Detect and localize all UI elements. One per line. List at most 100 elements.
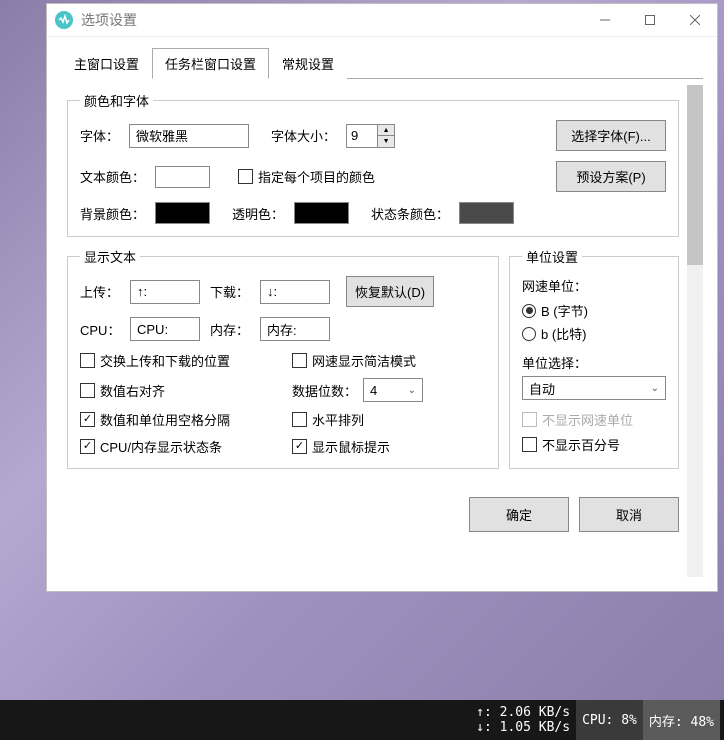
cancel-button[interactable]: 取消 (579, 497, 679, 532)
chevron-down-icon: ⌄ (408, 385, 416, 396)
restore-default-button[interactable]: 恢复默认(D) (346, 276, 434, 307)
per-item-color-label: 指定每个项目的颜色 (258, 167, 375, 186)
window-controls (582, 4, 717, 37)
hide-netspeed-unit-checkbox: 不显示网速单位 (522, 410, 666, 429)
app-icon (55, 11, 73, 29)
per-item-color-checkbox[interactable]: 指定每个项目的颜色 (238, 167, 375, 186)
minimize-button[interactable] (582, 4, 627, 37)
tab-strip: 主窗口设置 任务栏窗口设置 常规设置 (61, 47, 703, 79)
upload-label: 上传： (80, 282, 120, 301)
hide-netspeed-unit-label: 不显示网速单位 (542, 410, 633, 429)
preset-scheme-button[interactable]: 预设方案(P) (556, 161, 666, 192)
download-label: 下载： (210, 282, 250, 301)
num-unit-space-label: 数值和单位用空格分隔 (100, 410, 230, 429)
checkbox-icon (522, 412, 537, 427)
vertical-scrollbar[interactable] (687, 85, 703, 577)
horizontal-layout-checkbox[interactable]: 水平排列 (292, 410, 486, 429)
show-tooltip-checkbox[interactable]: 显示鼠标提示 (292, 437, 486, 456)
font-label: 字体： (80, 126, 119, 145)
trans-color-swatch[interactable] (294, 202, 349, 224)
hide-percent-checkbox[interactable]: 不显示百分号 (522, 435, 666, 454)
bit-radio[interactable]: b (比特) (522, 324, 666, 343)
colors-fonts-group: 颜色和字体 字体： 字体大小： ▲ ▼ 选择字体(F)... (67, 91, 679, 237)
radio-icon (522, 304, 536, 318)
choose-font-button[interactable]: 选择字体(F)... (556, 120, 666, 151)
cpu-mem-statusbar-checkbox[interactable]: CPU/内存显示状态条 (80, 437, 274, 456)
upload-prefix-input[interactable] (130, 280, 200, 304)
download-prefix-input[interactable] (260, 280, 330, 304)
netspeed-unit-label: 网速单位： (522, 276, 666, 295)
byte-label: B (字节) (541, 301, 588, 320)
unit-settings-legend: 单位设置 (522, 247, 582, 266)
bg-color-label: 背景颜色： (80, 204, 145, 223)
font-size-label: 字体大小： (271, 126, 336, 145)
tab-main-window[interactable]: 主窗口设置 (61, 48, 152, 79)
upload-speed: ↑: 2.06 KB/s (476, 705, 570, 720)
net-concise-label: 网速显示简洁模式 (312, 351, 416, 370)
unit-select-label: 单位选择： (522, 353, 666, 372)
checkbox-icon (80, 439, 95, 454)
memory-value: 内存: 48% (649, 711, 714, 730)
font-size-up[interactable]: ▲ (378, 125, 394, 136)
cpu-label: CPU： (80, 320, 120, 339)
net-speed-display: ↑: 2.06 KB/s ↓: 1.05 KB/s (470, 700, 576, 740)
tab-taskbar-window[interactable]: 任务栏窗口设置 (152, 48, 269, 79)
memory-prefix-input[interactable] (260, 317, 330, 341)
checkbox-icon (80, 353, 95, 368)
taskbar: ↑: 2.06 KB/s ↓: 1.05 KB/s CPU: 8% 内存: 48… (0, 700, 724, 740)
byte-radio[interactable]: B (字节) (522, 301, 666, 320)
titlebar: 选项设置 (47, 4, 717, 37)
dialog-buttons: 确定 取消 (67, 497, 679, 532)
memory-label: 内存： (210, 320, 250, 339)
net-concise-checkbox[interactable]: 网速显示简洁模式 (292, 351, 486, 370)
swap-up-down-label: 交换上传和下载的位置 (100, 351, 230, 370)
font-name-input[interactable] (129, 124, 249, 148)
font-size-down[interactable]: ▼ (378, 136, 394, 147)
data-digits-combo[interactable]: 4 ⌄ (363, 378, 423, 402)
colors-fonts-legend: 颜色和字体 (80, 91, 153, 110)
font-size-input[interactable] (347, 128, 377, 143)
trans-color-label: 透明色： (232, 204, 284, 223)
close-button[interactable] (672, 4, 717, 37)
chevron-down-icon: ⌄ (651, 383, 659, 394)
hide-percent-label: 不显示百分号 (542, 435, 620, 454)
download-speed: ↓: 1.05 KB/s (476, 720, 570, 735)
num-unit-space-checkbox[interactable]: 数值和单位用空格分隔 (80, 410, 274, 429)
cpu-display: CPU: 8% (576, 700, 643, 740)
unit-settings-group: 单位设置 网速单位： B (字节) b (比特) 单位选择： 自动 ⌄ (509, 247, 679, 469)
content-area: 颜色和字体 字体： 字体大小： ▲ ▼ 选择字体(F)... (61, 79, 703, 577)
checkbox-icon (80, 383, 95, 398)
display-text-group: 显示文本 上传： 下载： 恢复默认(D) CPU： 内存： (67, 247, 499, 469)
font-size-spinner[interactable]: ▲ ▼ (346, 124, 395, 148)
scrollbar-thumb[interactable] (687, 85, 703, 265)
swap-up-down-checkbox[interactable]: 交换上传和下载的位置 (80, 351, 274, 370)
cpu-value: CPU: 8% (582, 713, 637, 728)
value-right-align-label: 数值右对齐 (100, 381, 165, 400)
traffic-monitor[interactable]: ↑: 2.06 KB/s ↓: 1.05 KB/s CPU: 8% 内存: 48… (470, 700, 720, 740)
checkbox-icon (292, 439, 307, 454)
maximize-button[interactable] (627, 4, 672, 37)
ok-button[interactable]: 确定 (469, 497, 569, 532)
radio-icon (522, 327, 536, 341)
checkbox-icon (238, 169, 253, 184)
text-color-swatch[interactable] (155, 166, 210, 188)
horizontal-layout-label: 水平排列 (312, 410, 364, 429)
checkbox-icon (80, 412, 95, 427)
value-right-align-checkbox[interactable]: 数值右对齐 (80, 378, 274, 402)
tab-general[interactable]: 常规设置 (269, 48, 347, 79)
bg-color-swatch[interactable] (155, 202, 210, 224)
checkbox-icon (292, 412, 307, 427)
cpu-prefix-input[interactable] (130, 317, 200, 341)
checkbox-icon (522, 437, 537, 452)
text-color-label: 文本颜色： (80, 167, 145, 186)
unit-select-combo[interactable]: 自动 ⌄ (522, 376, 666, 400)
show-tooltip-label: 显示鼠标提示 (312, 437, 390, 456)
status-bar-color-label: 状态条颜色： (371, 204, 449, 223)
checkbox-icon (292, 353, 307, 368)
data-digits-value: 4 (370, 383, 377, 398)
status-bar-color-swatch[interactable] (459, 202, 514, 224)
options-dialog: 选项设置 主窗口设置 任务栏窗口设置 常规设置 颜色和字体 字体： (46, 3, 718, 592)
display-text-legend: 显示文本 (80, 247, 140, 266)
window-title: 选项设置 (81, 10, 582, 30)
unit-select-value: 自动 (529, 379, 555, 398)
